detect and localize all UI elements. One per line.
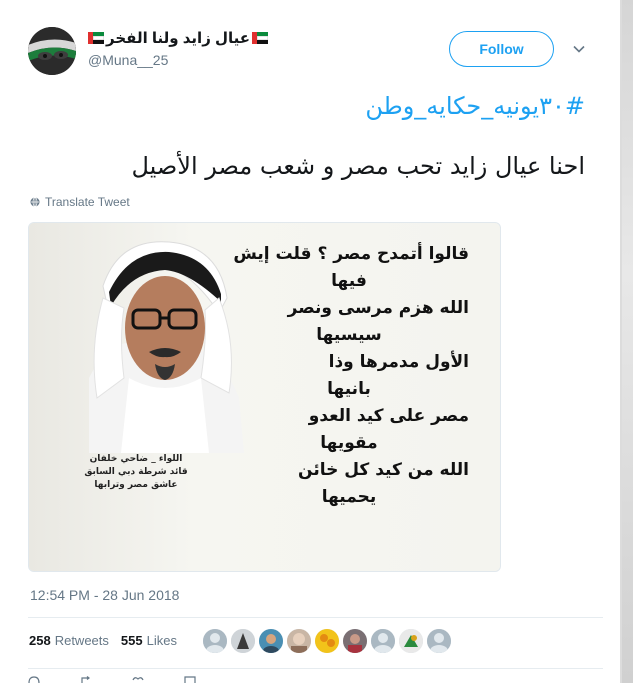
page-edge [620,0,633,683]
photo-caption: اللواء _ ضاحي خلفان قائد شرطة دبي السابق… [81,453,191,492]
message-icon[interactable] [184,676,196,683]
tweet-timestamp[interactable]: 12:54 PM - 28 Jun 2018 [30,587,179,603]
liker-avatar[interactable] [343,629,367,653]
liker-avatar[interactable] [203,629,227,653]
tweet-actions [28,676,236,683]
follow-button[interactable]: Follow [449,31,554,67]
reply-icon[interactable] [28,676,40,683]
portrait-photo [89,241,244,453]
tweet-card: عيال زايد ولنا الفخر @Muna__25 Follow #٣… [0,0,620,683]
caption-line: اللواء _ ضاحي خلفان [89,454,183,464]
translate-label[interactable]: Translate Tweet [45,195,130,209]
poem-line: فيها [331,271,367,291]
uae-flag-icon [88,32,104,44]
retweets-label: Retweets [54,633,109,648]
likes-stat[interactable]: 555 Likes [121,633,177,648]
poem-line: الله هزم مرسى ونصر [287,298,469,318]
uae-flag-icon [252,32,269,44]
poem-line: مقويها [320,433,378,453]
poem-line: الله من كيد كل خائن [298,460,469,480]
poem-line: قالوا أتمدح مصر ؟ قلت إيش [233,244,469,264]
liker-avatar[interactable] [259,629,283,653]
liker-avatar[interactable] [399,629,423,653]
tweet-media-image[interactable]: اللواء _ ضاحي خلفان قائد شرطة دبي السابق… [28,222,501,572]
poem-text: قالوا أتمدح مصر ؟ قلت إيش فيها الله هزم … [229,241,469,511]
user-handle[interactable]: @Muna__25 [88,52,168,68]
user-name-row[interactable]: عيال زايد ولنا الفخر [88,29,269,47]
chevron-down-icon[interactable] [572,42,586,56]
liker-avatars [203,629,451,653]
retweets-stat[interactable]: 258 Retweets [29,633,109,648]
poem-line: مصر على كيد العدو [308,406,469,426]
retweets-count: 258 [29,633,51,648]
likes-label: Likes [146,633,177,648]
user-display-name[interactable]: عيال زايد ولنا الفخر [106,29,250,47]
retweet-icon[interactable] [80,676,92,683]
likes-count: 555 [120,633,143,648]
like-icon[interactable] [132,676,144,683]
divider [28,617,603,618]
hashtag-link[interactable]: #٣٠يونيه_حكايه_وطن [365,92,585,120]
poem-line: الأول مدمرها وذا [328,352,469,372]
page-edge-strip [622,0,633,683]
poem-line: يحميها [321,487,377,507]
liker-avatar[interactable] [231,629,255,653]
caption-line: قائد شرطة دبي السابق [84,467,188,477]
poem-line: سيسيها [316,325,382,345]
translate-tweet-link[interactable]: Translate Tweet [30,195,130,209]
liker-avatar[interactable] [315,629,339,653]
poem-line: بانيها [327,379,371,399]
tweet-stats: 258 Retweets 555 Likes [29,633,177,648]
caption-line: عاشق مصر وترابها [94,480,178,490]
user-avatar[interactable] [28,27,76,75]
tweet-text: احنا عيال زايد تحب مصر و شعب مصر الأصيل [131,152,586,180]
liker-avatar[interactable] [427,629,451,653]
liker-avatar[interactable] [287,629,311,653]
divider [28,668,603,669]
liker-avatar[interactable] [371,629,395,653]
globe-icon [30,197,40,207]
